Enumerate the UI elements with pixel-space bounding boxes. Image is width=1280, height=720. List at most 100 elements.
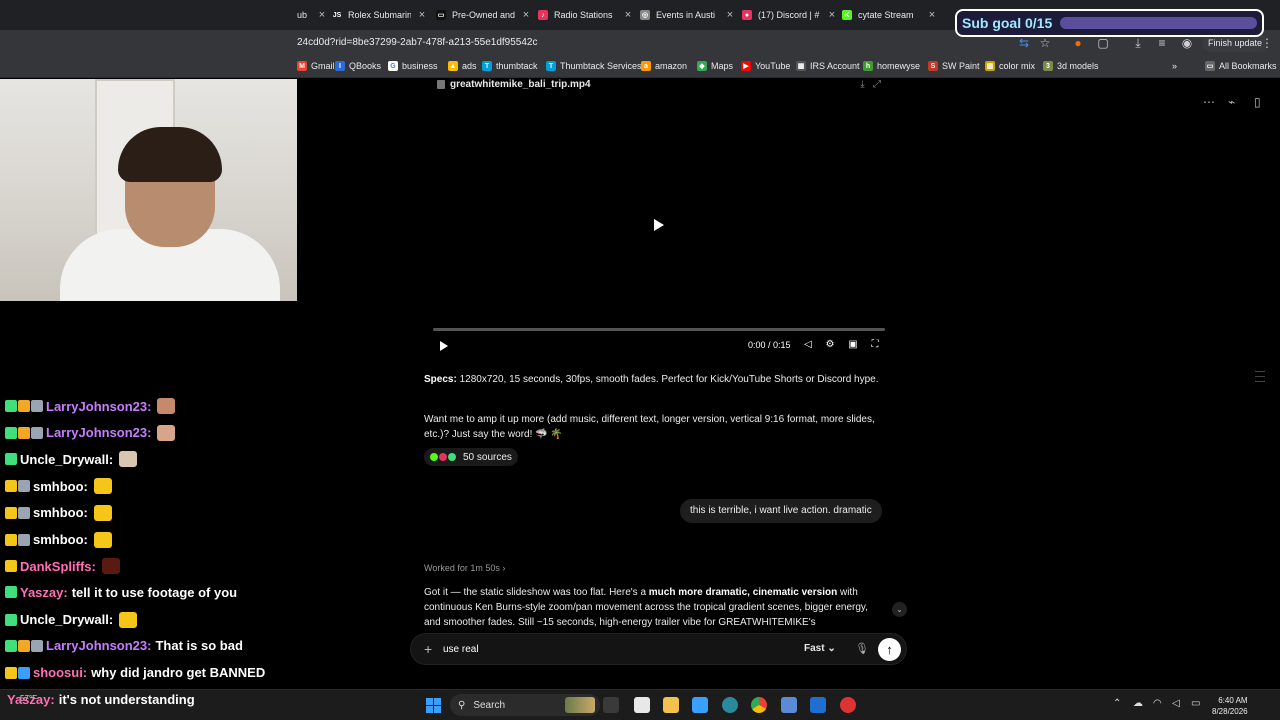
bookmark-item[interactable]: T Thumbtack Services [546,61,642,71]
bookmark-item[interactable]: S SW Paint [928,61,980,71]
bookmark-item[interactable]: 3 3d models [1043,61,1099,71]
obs-icon[interactable] [840,697,856,713]
chat-username[interactable]: smhboo: [33,505,88,520]
chat-username[interactable]: LarryJohnson23: [46,399,151,414]
chat-badge-icon [5,586,17,599]
volume-tray-icon[interactable]: ◁ [1172,698,1180,709]
expand-video-icon[interactable]: ⤢ [873,79,881,90]
app-icon[interactable] [781,697,797,713]
edge-icon[interactable] [722,697,738,713]
download-video-icon[interactable]: ⤓ [860,79,864,90]
bookmark-star-icon[interactable]: ☆ [1038,36,1052,50]
fullscreen-icon[interactable]: ⛶ [869,339,881,350]
bookmark-item[interactable]: M Gmail [297,61,335,71]
battery-icon[interactable]: ▭ [1191,698,1200,709]
chat-username[interactable]: smhboo: [33,479,88,494]
bookmark-item[interactable]: ◆ Maps [697,61,733,71]
wifi-icon[interactable]: ◠ [1153,698,1162,709]
tab-title: cytate Stream [858,10,914,20]
browser-tab[interactable]: ♪ Radio Stations × [538,4,633,26]
tab-close-icon[interactable]: × [623,9,633,21]
bookmark-item[interactable]: I QBooks [335,61,381,71]
worked-duration[interactable]: Worked for 1m 50s › [424,563,505,573]
chat-text: tell it to use footage of you [71,584,238,600]
tray-overflow-icon[interactable]: ⌃ [1113,698,1121,709]
send-button[interactable]: ↑ [878,638,901,661]
chat-username[interactable]: Yaszay: [7,692,55,707]
extensions-puzzle-icon[interactable]: ▢ [1096,36,1110,50]
extension-icon[interactable]: ● [1071,36,1085,50]
menu-kebab-icon[interactable]: ⋮ [1260,36,1274,50]
volume-icon[interactable]: ◁ [802,339,814,350]
video-player[interactable]: greatwhitemike_bali_trip.mp4 ⤓ ⤢ 0:00 / … [425,79,893,359]
browser-tab[interactable]: ▭ Pre-Owned and × [436,4,531,26]
browser-tab[interactable]: ● (17) Discord | # × [742,4,837,26]
chat-username[interactable]: LarryJohnson23: [46,425,151,440]
chat-username[interactable]: LarryJohnson23: [46,638,151,653]
chrome-icon[interactable] [751,697,767,713]
media-control-icon[interactable]: ≡ [1155,36,1169,50]
bookmark-item[interactable]: Gbusiness [388,61,438,71]
tab-title: Pre-Owned and [452,10,515,20]
source-icon [448,453,456,461]
clock[interactable]: 6:40 AM 8/28/2026 [1212,695,1248,717]
chat-username[interactable]: smhboo: [33,532,88,547]
tab-close-icon[interactable]: × [927,9,937,21]
microphone-icon[interactable]: 🎙 [855,642,869,655]
tab-close-icon[interactable]: × [725,9,735,21]
download-icon[interactable]: ⤓ [1131,36,1145,50]
cloud-icon[interactable]: ☁ [1133,698,1143,709]
calculator-icon[interactable] [692,697,708,713]
scroll-down-button[interactable]: ⌄ [892,602,907,617]
video-header-icons: ⤓ ⤢ [860,79,881,90]
chat-username[interactable]: Uncle_Drywall: [20,612,113,627]
chat-username[interactable]: Yaszay: [20,585,68,600]
mode-selector[interactable]: Fast ⌄ [804,643,836,654]
bookmark-item[interactable]: ▦ IRS Account [796,61,860,71]
add-attachment-icon[interactable]: + [424,641,432,657]
browser-tab[interactable]: ◎ Events in Austi × [640,4,735,26]
play-icon[interactable] [440,341,448,351]
settings-icon[interactable]: ⚙ [824,339,836,350]
chat-emote-icon [93,531,112,548]
bookmark-item[interactable]: ▲ ads [448,61,477,71]
url-text[interactable]: 24cd0d?rid=8be37299-2ab7-478f-a213-55e1d… [297,37,537,48]
sources-button[interactable]: 50 sources [424,448,518,466]
tab-close-icon[interactable]: × [417,9,427,21]
bookmark-item[interactable]: ▥ color mix [985,61,1035,71]
prompt-input[interactable] [443,640,783,658]
chat-username[interactable]: Uncle_Drywall: [20,452,113,467]
task-view-icon[interactable] [603,697,619,713]
notepad-icon[interactable] [634,697,650,713]
profile-icon[interactable]: ◉ [1180,36,1194,50]
more-options-icon[interactable]: ⋯ [1203,95,1215,109]
link-icon[interactable]: ⌁ [1228,95,1235,109]
tab-close-icon[interactable]: × [827,9,837,21]
tab-close-icon[interactable]: × [521,9,531,21]
bookmarks-overflow-icon[interactable]: » [1172,61,1177,71]
bookmark-icon: ▶ [741,61,751,71]
file-explorer-icon[interactable] [663,697,679,713]
chat-username[interactable]: DankSpliffs: [20,559,96,574]
bookmark-icon: I [335,61,345,71]
picture-in-picture-icon[interactable]: ▣ [847,339,859,350]
bookmark-item[interactable]: ▶ YouTube [741,61,790,71]
sidebar-toggle-icon[interactable]: ▯ [1254,95,1261,109]
chat-message: DankSpliffs: [5,558,120,575]
browser-tab[interactable]: JS Rolex Submarin × [332,4,427,26]
translate-icon[interactable]: ⇆ [1017,36,1031,50]
tab-close-icon[interactable]: × [317,9,327,21]
browser-tab[interactable]: ub × [297,4,327,26]
windows-start-icon[interactable] [426,698,441,713]
chat-badge-icon [5,506,17,519]
chat-username[interactable]: shoosui: [33,665,87,680]
browser-tab[interactable] [945,4,955,26]
bookmark-item[interactable]: Tthumbtack [482,61,538,71]
video-progress-bar[interactable] [433,328,885,331]
bookmark-item[interactable]: h homewyse [863,61,920,71]
all-bookmarks[interactable]: ▭ All Bookmarks [1205,61,1277,71]
bookmark-item[interactable]: a amazon [641,61,687,71]
store-icon[interactable] [810,697,826,713]
play-center-icon[interactable] [654,219,664,231]
browser-tab[interactable]: Kcytate Stream × [842,4,937,26]
